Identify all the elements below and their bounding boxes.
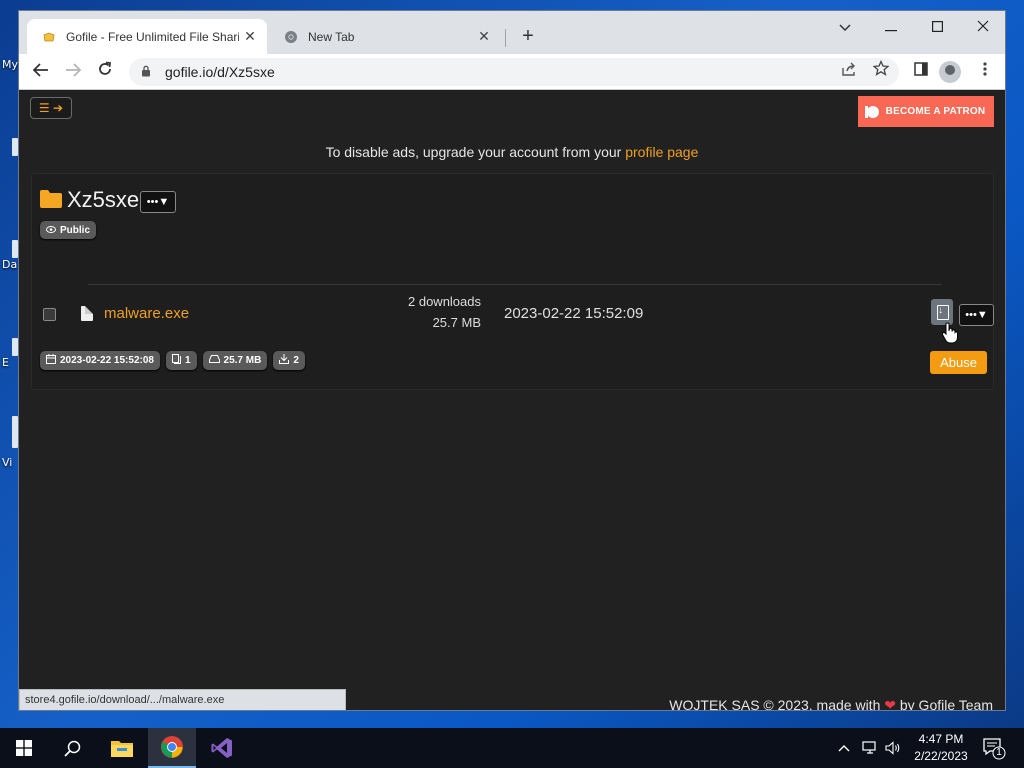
desktop-icon-label[interactable]: Da xyxy=(2,258,17,271)
close-tab-icon[interactable]: ✕ xyxy=(239,28,261,45)
caret-down-icon: ▼ xyxy=(158,196,170,208)
abuse-button[interactable]: Abuse xyxy=(930,351,987,374)
download-count: 2 xyxy=(293,355,299,366)
total-size-badge: 25.7 MB xyxy=(202,351,268,370)
folder-options-button[interactable]: •••▼ xyxy=(140,191,176,213)
desktop-icon-label[interactable]: E xyxy=(2,356,9,369)
network-icon[interactable] xyxy=(862,728,878,768)
close-tab-icon[interactable]: ✕ xyxy=(473,28,495,45)
file-row: malware.exe 2 downloads 25.7 MB 2023-02-… xyxy=(32,286,994,348)
tab-new-tab[interactable]: New Tab ✕ xyxy=(269,19,501,54)
download-icon xyxy=(279,354,290,367)
file-icon xyxy=(81,306,93,321)
status-bar-url: store4.gofile.io/download/.../malware.ex… xyxy=(19,689,346,710)
tab-title: Gofile - Free Unlimited File Sharing xyxy=(66,29,239,44)
desktop-icon-label[interactable]: Vi xyxy=(2,456,12,469)
side-panel-icon[interactable] xyxy=(907,58,935,86)
public-badge: Public xyxy=(40,221,97,239)
ellipsis-icon: ••• xyxy=(146,196,159,208)
share-icon[interactable] xyxy=(835,58,863,86)
file-count: 1 xyxy=(184,355,191,366)
windows-start-icon[interactable] xyxy=(0,728,48,768)
clock-time: 4:47 PM xyxy=(918,732,964,746)
file-count-badge: 1 xyxy=(165,351,197,370)
clock-date: 2/22/2023 xyxy=(914,749,968,763)
more-vertical-icon[interactable] xyxy=(971,58,999,86)
total-size: 25.7 MB xyxy=(223,355,262,366)
tab-strip: Gofile - Free Unlimited File Sharing ✕ N… xyxy=(19,11,1005,54)
footer-text: by Gofile Team xyxy=(895,697,993,711)
bookmark-star-icon[interactable] xyxy=(867,58,895,86)
profile-avatar[interactable] xyxy=(939,61,961,83)
address-bar[interactable]: gofile.io/d/Xz5sxe xyxy=(129,58,899,86)
tab-search-chevron-icon[interactable] xyxy=(822,11,868,43)
tab-title: New Tab xyxy=(308,29,355,44)
become-patron-button[interactable]: BECOME A PATRON xyxy=(858,96,994,127)
ad-notice: To disable ads, upgrade your account fro… xyxy=(19,144,1005,160)
gofile-favicon-icon xyxy=(41,29,57,45)
show-hidden-icons-chevron-icon[interactable] xyxy=(838,728,850,768)
close-window-icon[interactable] xyxy=(960,11,1005,43)
tab-gofile[interactable]: Gofile - Free Unlimited File Sharing ✕ xyxy=(27,19,267,54)
footer: WOJTEK SAS © 2023, made with ❤ by Gofile… xyxy=(669,697,993,711)
folder-stats: 2023-02-22 15:52:08 1 25.7 MB 2 xyxy=(40,351,305,370)
back-arrow-icon[interactable] xyxy=(27,58,55,86)
gofile-page: ☰ ➔ BECOME A PATRON To disable ads, upgr… xyxy=(19,91,1005,711)
notification-count: 1 xyxy=(996,747,1002,758)
ad-notice-text: To disable ads, upgrade your account fro… xyxy=(325,144,626,160)
folder-name: Xz5sxe xyxy=(67,187,140,212)
divider xyxy=(88,284,942,285)
hard-drive-icon xyxy=(208,355,220,366)
volume-icon[interactable] xyxy=(885,728,901,768)
file-options-button[interactable]: •••▼ xyxy=(959,304,994,326)
patron-label: BECOME A PATRON xyxy=(885,106,986,117)
downloads-badge: 2 xyxy=(273,351,305,370)
created-date: 2023-02-22 15:52:08 xyxy=(60,355,154,366)
visibility-label: Public xyxy=(60,224,91,236)
forward-arrow-icon[interactable] xyxy=(59,58,87,86)
system-clock[interactable]: 4:47 PM 2/22/2023 xyxy=(906,731,976,765)
lock-icon[interactable] xyxy=(141,65,157,80)
created-date-badge: 2023-02-22 15:52:08 xyxy=(40,351,160,370)
arrow-right-icon: ➔ xyxy=(53,101,64,115)
browser-toolbar: gofile.io/d/Xz5sxe xyxy=(19,54,1005,90)
taskbar: 4:47 PM 2/22/2023 1 xyxy=(0,728,1024,768)
caret-down-icon: ▼ xyxy=(976,309,988,321)
calendar-icon xyxy=(46,354,56,367)
reload-icon[interactable] xyxy=(91,58,119,86)
new-tab-plus-icon[interactable]: + xyxy=(517,25,539,47)
files-icon xyxy=(171,354,181,367)
folder-card: Xz5sxe •••▼ Public malware.exe 2 downloa… xyxy=(31,173,994,390)
notification-center-icon[interactable]: 1 xyxy=(982,736,1006,760)
visual-studio-icon[interactable] xyxy=(198,728,246,768)
tab-separator xyxy=(505,29,506,47)
search-icon[interactable] xyxy=(48,728,96,768)
desktop-icon-label[interactable]: My xyxy=(2,58,18,71)
file-upload-date: 2023-02-22 15:52:09 xyxy=(504,305,644,322)
file-select-checkbox[interactable] xyxy=(43,308,56,321)
folder-icon xyxy=(40,190,62,208)
chrome-icon xyxy=(283,29,299,45)
minimize-icon[interactable] xyxy=(868,11,914,43)
file-download-count: 2 downloads xyxy=(408,294,481,309)
sidebar-toggle-button[interactable]: ☰ ➔ xyxy=(30,97,72,119)
patreon-icon xyxy=(864,105,879,118)
ellipsis-icon: ••• xyxy=(965,309,977,321)
eye-icon xyxy=(46,225,56,236)
footer-text: WOJTEK SAS © 2023, made with xyxy=(669,697,885,711)
heart-icon: ❤ xyxy=(884,697,896,711)
file-explorer-icon[interactable] xyxy=(98,728,146,768)
browser-window: Gofile - Free Unlimited File Sharing ✕ N… xyxy=(18,10,1006,711)
file-name-link[interactable]: malware.exe xyxy=(104,305,189,322)
profile-page-link[interactable]: profile page xyxy=(625,144,698,160)
file-size: 25.7 MB xyxy=(432,315,481,330)
hand-cursor-icon xyxy=(941,322,958,344)
chrome-taskbar-icon[interactable] xyxy=(148,728,196,768)
maximize-icon[interactable] xyxy=(914,11,960,43)
menu-icon: ☰ xyxy=(38,101,50,115)
address-url: gofile.io/d/Xz5sxe xyxy=(165,64,275,80)
